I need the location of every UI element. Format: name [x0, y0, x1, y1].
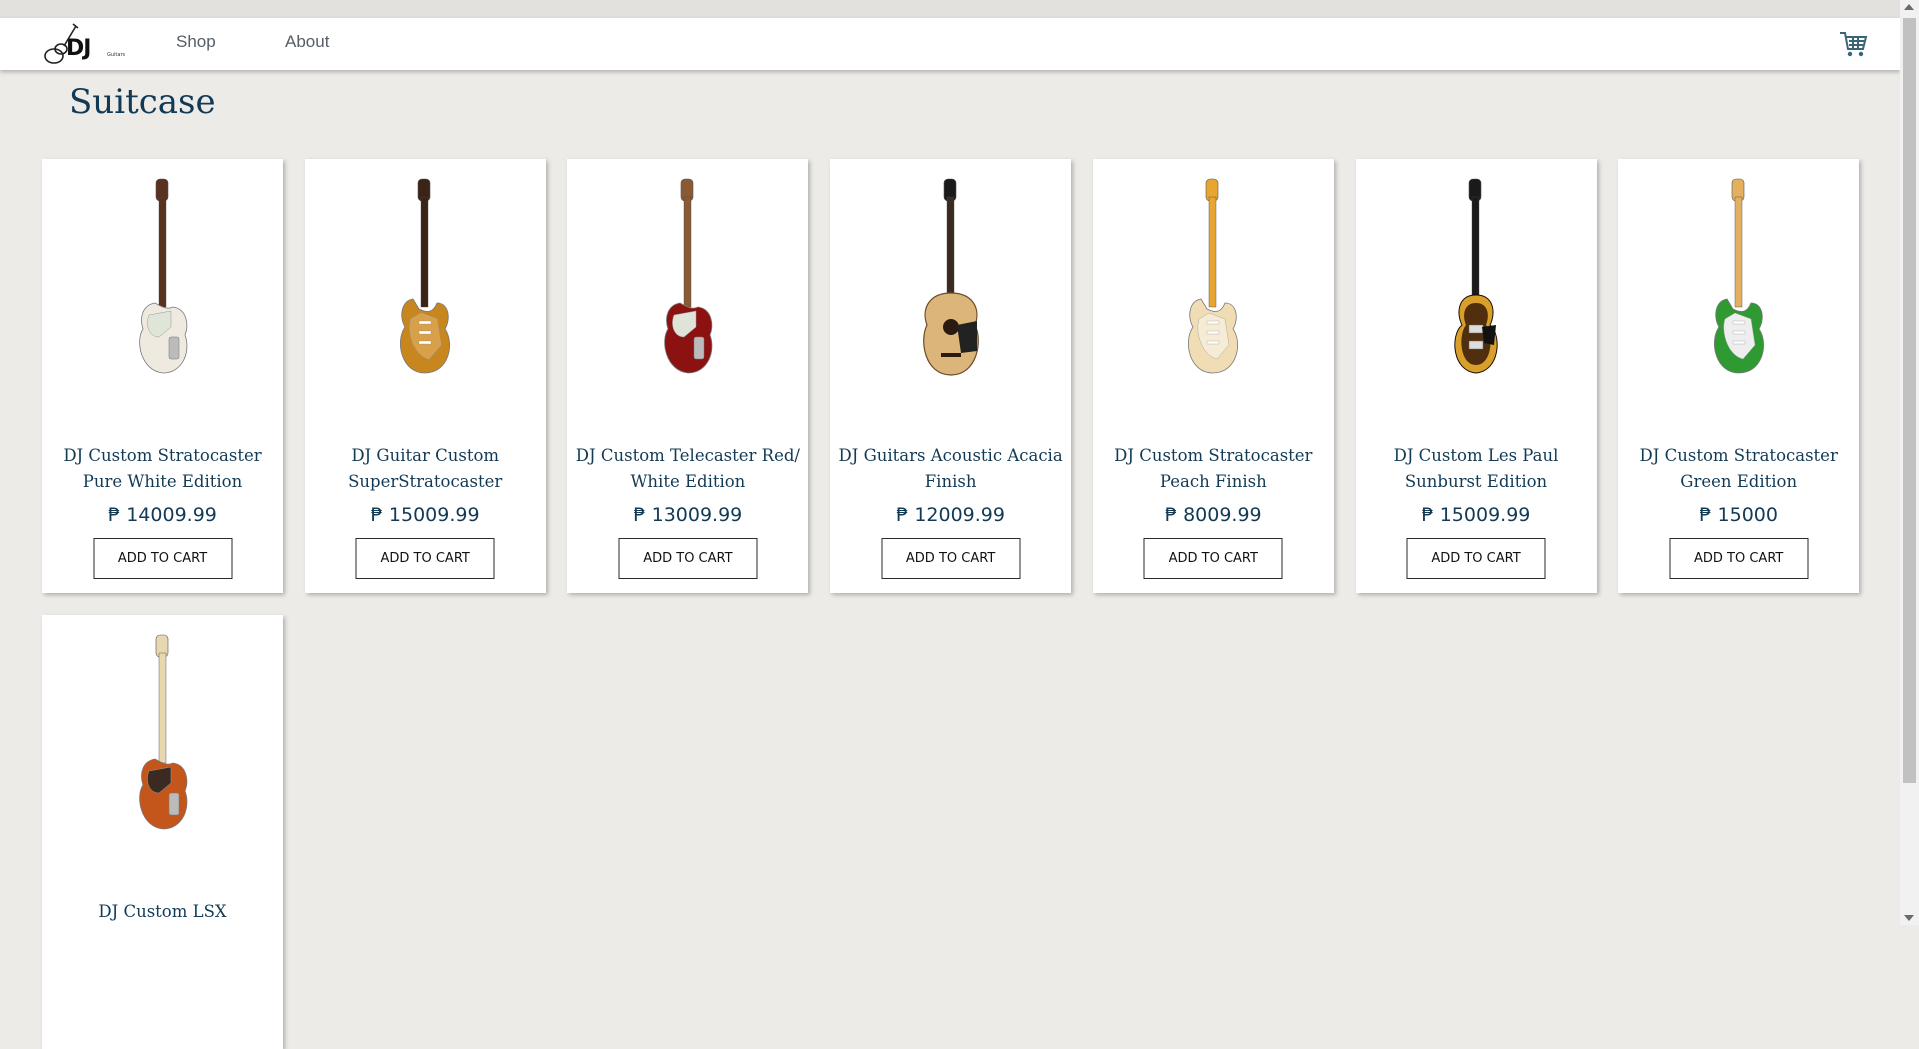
add-to-cart-button[interactable]: ADD TO CART	[1669, 538, 1809, 579]
page-title: Suitcase	[69, 82, 216, 122]
product-name[interactable]: DJ Custom Telecaster Red/ White Edition	[575, 443, 800, 495]
add-to-cart-button[interactable]: ADD TO CART	[1143, 538, 1283, 579]
product-card[interactable]: DJ Custom Les Paul Sunburst Edition ₱ 150…	[1355, 159, 1597, 593]
product-price: ₱ 12009.99	[896, 504, 1005, 526]
guitar-product-image[interactable]	[93, 631, 233, 841]
add-to-cart-button[interactable]: ADD TO CART	[93, 538, 232, 579]
guitar-product-image[interactable]	[355, 175, 495, 385]
guitar-product-image[interactable]	[618, 175, 758, 385]
vertical-scrollbar[interactable]	[1900, 0, 1919, 925]
scroll-down-arrow-icon[interactable]	[1904, 915, 1914, 921]
guitar-product-image[interactable]	[93, 175, 233, 385]
product-card[interactable]: DJ Custom Stratocaster Green Edition ₱ 15…	[1618, 159, 1860, 593]
product-name[interactable]: DJ Guitar Custom SuperStratocaster	[313, 443, 538, 495]
nav-about-link[interactable]: About	[285, 32, 329, 52]
product-price: ₱ 8009.99	[1164, 504, 1262, 526]
product-card[interactable]: DJ Guitars Acoustic Acacia Finish ₱ 12009…	[830, 159, 1072, 593]
product-card[interactable]: DJ Custom Stratocaster Pure White Editio…	[42, 159, 283, 593]
add-to-cart-button[interactable]: ADD TO CART	[355, 538, 495, 579]
browser-top-strip	[0, 0, 1900, 19]
logo-subtext: Guitars	[107, 52, 126, 58]
product-name[interactable]: DJ Custom Les Paul Sunburst Edition	[1364, 443, 1589, 495]
guitar-product-image[interactable]	[1669, 175, 1809, 385]
guitar-product-image[interactable]	[881, 175, 1021, 385]
product-price: ₱ 15009.99	[1421, 504, 1531, 526]
product-card[interactable]: DJ Custom Telecaster Red/ White Edition ₱…	[567, 159, 809, 593]
scroll-up-arrow-icon[interactable]	[1904, 4, 1914, 10]
product-name[interactable]: DJ Custom Stratocaster Peach Finish	[1101, 443, 1326, 495]
add-to-cart-button[interactable]: ADD TO CART	[881, 538, 1021, 579]
product-card[interactable]: DJ Custom Stratocaster Peach Finish ₱ 800…	[1092, 159, 1334, 593]
product-name[interactable]: DJ Custom Stratocaster Pure White Editio…	[50, 443, 275, 495]
add-to-cart-button[interactable]: ADD TO CART	[618, 538, 758, 579]
add-to-cart-button[interactable]: ADD TO CART	[1406, 538, 1546, 579]
navbar: DJ Guitars Shop About	[0, 18, 1900, 70]
product-price: ₱ 13009.99	[633, 504, 743, 526]
product-name[interactable]: DJ Guitars Acoustic Acacia Finish	[838, 443, 1063, 495]
product-card[interactable]: DJ Custom LSX	[42, 615, 283, 1049]
logo-text: DJ	[66, 36, 91, 61]
scroll-thumb[interactable]	[1903, 18, 1916, 783]
guitar-product-image[interactable]	[1406, 175, 1546, 385]
shopping-cart-icon[interactable]	[1838, 29, 1868, 59]
product-name[interactable]: DJ Custom Stratocaster Green Edition	[1626, 443, 1851, 495]
product-price: ₱ 15000	[1699, 504, 1778, 526]
product-card[interactable]: DJ Guitar Custom SuperStratocaster ₱ 1500…	[304, 159, 546, 593]
guitar-product-image[interactable]	[1143, 175, 1283, 385]
product-price: ₱ 14009.99	[108, 504, 217, 526]
product-price: ₱ 15009.99	[370, 504, 480, 526]
nav-shop-link[interactable]: Shop	[176, 32, 216, 52]
product-name[interactable]: DJ Custom LSX	[50, 899, 275, 925]
